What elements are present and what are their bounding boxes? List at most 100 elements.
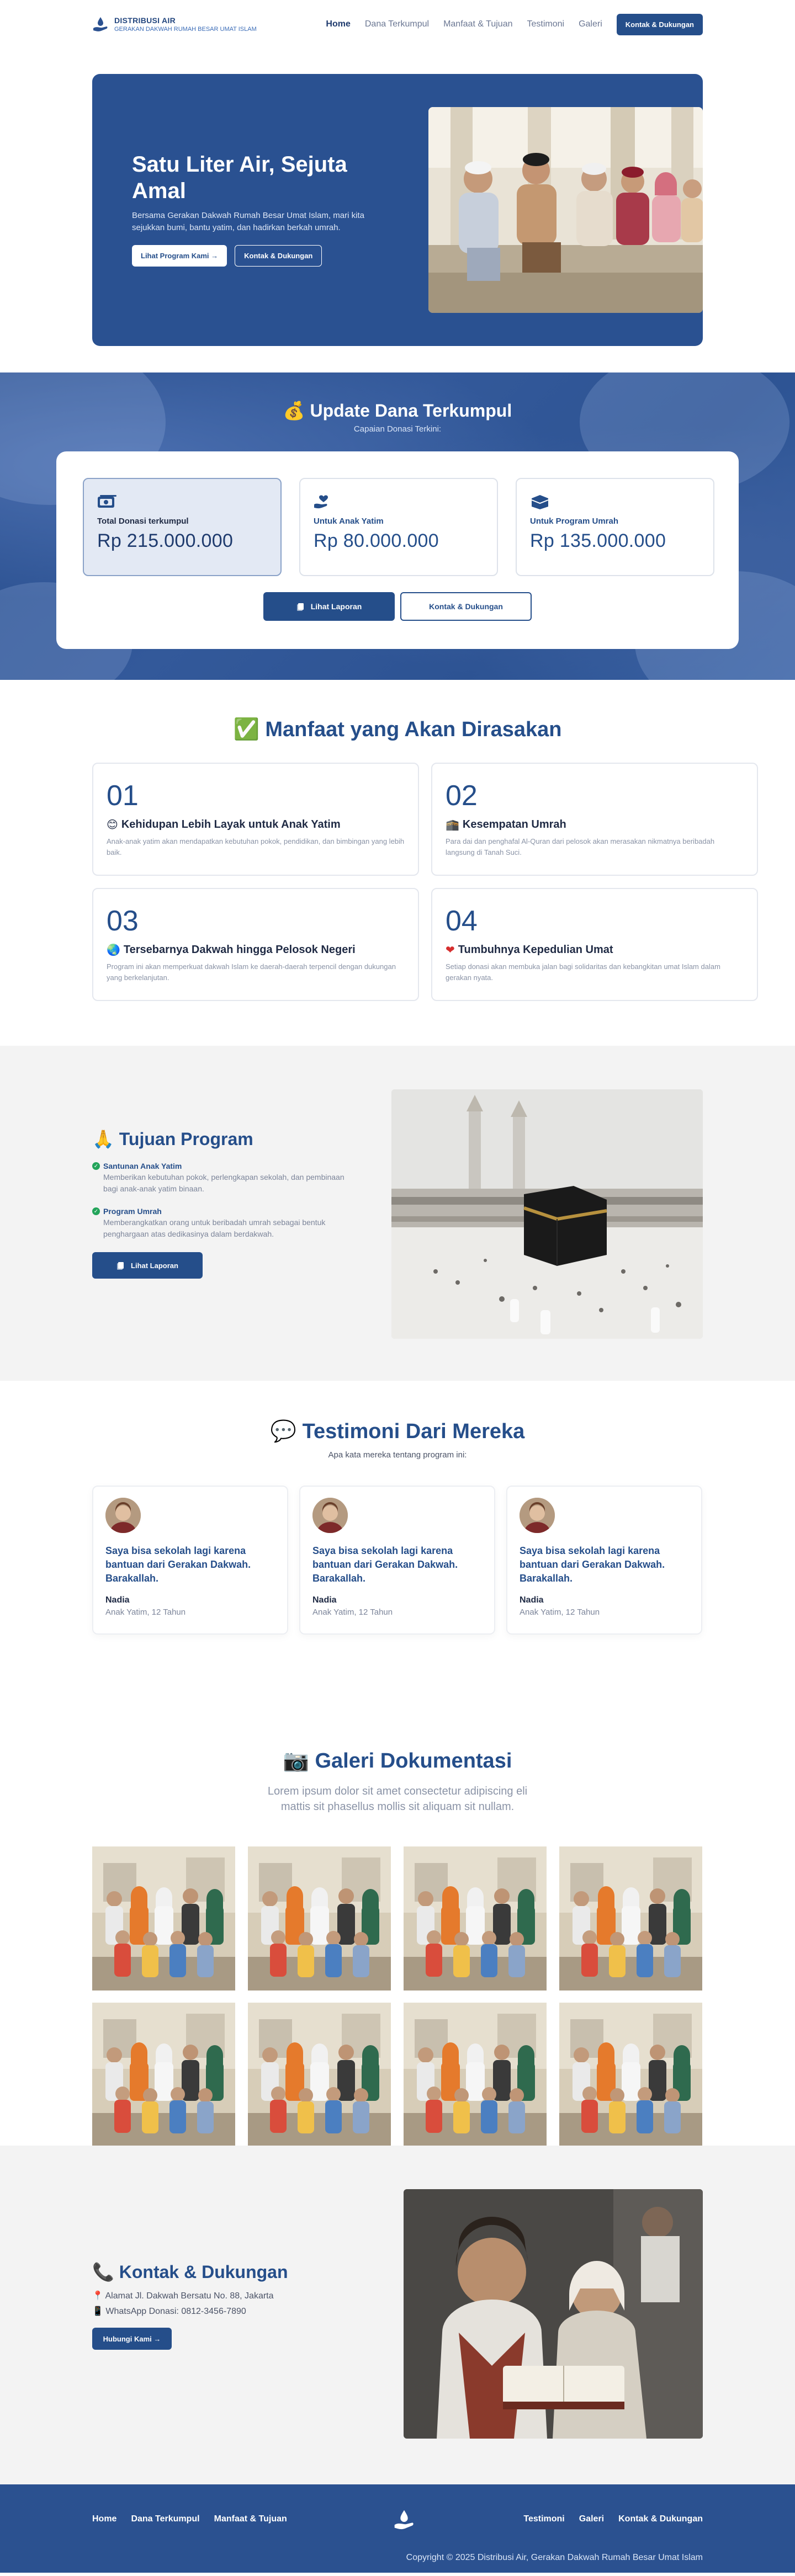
footer-link-galeri[interactable]: Galeri [579, 2514, 604, 2524]
smile-icon: 😊 [107, 819, 118, 831]
donation-subtitle: Capaian Donasi Terkini: [353, 424, 442, 434]
gallery-photo[interactable] [248, 1846, 391, 1990]
footer-link-manfaat-tujuan[interactable]: Manfaat & Tujuan [214, 2514, 287, 2524]
check-icon: ✓ [92, 1207, 100, 1215]
gallery-subtitle: Lorem ipsum dolor sit amet consectetur a… [0, 1784, 795, 1814]
heart-icon: ❤ [446, 944, 455, 956]
kaaba-icon: 🕋 [446, 819, 459, 831]
donation-contact-button[interactable]: Kontak & Dukungan [400, 592, 532, 621]
hero-contact-button[interactable]: Kontak & Dukungan [235, 245, 322, 267]
program-goals-section: 🙏 Tujuan Program ✓ Santunan Anak Yatim Me… [0, 1046, 795, 1381]
avatar [520, 1498, 555, 1533]
benefit-description: Setiap donasi akan membuka jalan bagi so… [446, 962, 720, 982]
donation-section: 💰 Update Dana Terkumpul Capaian Donasi T… [0, 372, 795, 680]
donation-buttons: Lihat Laporan Kontak & Dukungan [56, 592, 739, 621]
footer-links-right: Testimoni Galeri Kontak & Dukungan [523, 2514, 703, 2524]
goal-description: Memberikan kebutuhan pokok, perlengkapan… [103, 1173, 344, 1193]
benefits-grid: 01 😊 Kehidupan Lebih Layak untuk Anak Yat… [92, 763, 758, 1001]
gallery-photo[interactable] [559, 2003, 702, 2147]
stat-label: Untuk Program Umrah [530, 517, 619, 526]
nav-link-manfaat-tujuan[interactable]: Manfaat & Tujuan [443, 19, 512, 29]
document-icon [296, 603, 304, 611]
nav-link-galeri[interactable]: Galeri [579, 19, 602, 29]
kaaba-icon [531, 495, 549, 509]
benefit-description: Anak-anak yatim akan mendapatkan kebutuh… [107, 837, 405, 856]
brand[interactable]: DISTRIBUSI AIR GERAKAN DAKWAH RUMAH BESA… [92, 16, 257, 33]
contact-whatsapp: 📱 WhatsApp Donasi: 0812-3456-7890 [92, 2307, 246, 2316]
hero-text: Satu Liter Air, Sejuta Amal Bersama Gera… [132, 151, 391, 267]
program-goals-text: 🙏 Tujuan Program ✓ Santunan Anak Yatim Me… [92, 1129, 357, 1279]
benefit-number: 04 [446, 905, 478, 937]
stat-total-donation: Total Donasi terkumpul Rp 215.000.000 [83, 478, 282, 576]
benefits-title: ✅ Manfaat yang Akan Dirasakan [233, 718, 562, 741]
testimonial-name: Nadia [105, 1595, 130, 1605]
view-report-label: Lihat Laporan [310, 602, 362, 611]
goals-view-report-label: Lihat Laporan [131, 1261, 178, 1270]
benefit-heading: ❤ Tumbuhnya Kepedulian Umat [446, 943, 744, 957]
brand-title: DISTRIBUSI AIR [114, 16, 176, 25]
stat-value: Rp 135.000.000 [530, 530, 666, 551]
stat-umrah: Untuk Program Umrah Rp 135.000.000 [516, 478, 714, 576]
hero-children-photo [428, 107, 703, 313]
stat-label: Untuk Anak Yatim [314, 517, 384, 526]
nav-link-home[interactable]: Home [326, 19, 350, 29]
testimonials-grid: Saya bisa sekolah lagi karena bantuan da… [92, 1486, 702, 1635]
contact-address: 📍 Alamat Jl. Dakwah Bersatu No. 88, Jaka… [92, 2291, 274, 2301]
donation-header: 💰 Update Dana Terkumpul Capaian Donasi T… [0, 400, 795, 434]
footer: Home Dana Terkumpul Manfaat & Tujuan Tes… [0, 2484, 795, 2573]
money-icon [98, 495, 116, 508]
footer-link-kontak[interactable]: Kontak & Dukungan [618, 2514, 703, 2524]
benefit-heading-text: Tersebarnya Dakwah hingga Pelosok Negeri [123, 944, 356, 956]
nav-link-dana-terkumpul[interactable]: Dana Terkumpul [365, 19, 429, 29]
benefit-number: 01 [107, 780, 139, 812]
benefit-description: Para dai dan penghafal Al-Quran dari pel… [446, 837, 715, 856]
stat-label: Total Donasi terkumpul [97, 517, 189, 526]
hero-title: Satu Liter Air, Sejuta Amal [132, 152, 347, 203]
footer-link-dana-terkumpul[interactable]: Dana Terkumpul [131, 2514, 199, 2524]
hero-description: Bersama Gerakan Dakwah Rumah Besar Umat … [132, 211, 364, 232]
gallery-photo[interactable] [559, 1846, 702, 1990]
goal-item: ✓ Program Umrah Memberangkatkan orang unt… [92, 1207, 357, 1240]
hand-water-logo-icon[interactable] [393, 2509, 415, 2531]
hero-buttons: Lihat Program Kami → Kontak & Dukungan [132, 245, 391, 267]
gallery-subtitle-text: Lorem ipsum dolor sit amet consectetur a… [267, 1785, 528, 1813]
footer-link-home[interactable]: Home [92, 2514, 116, 2524]
testimonial-card: Saya bisa sekolah lagi karena bantuan da… [92, 1486, 288, 1635]
gallery-photo[interactable] [92, 1846, 235, 1990]
contact-us-button[interactable]: Hubungi Kami → [92, 2328, 172, 2350]
footer-link-testimoni[interactable]: Testimoni [523, 2514, 564, 2524]
testimonial-card: Saya bisa sekolah lagi karena bantuan da… [299, 1486, 495, 1635]
benefit-card: 01 😊 Kehidupan Lebih Layak untuk Anak Yat… [92, 763, 419, 876]
stat-value: Rp 80.000.000 [314, 530, 439, 551]
stat-orphans: Untuk Anak Yatim Rp 80.000.000 [299, 478, 498, 576]
kaaba-photo [391, 1089, 703, 1339]
view-program-button[interactable]: Lihat Program Kami → [132, 245, 227, 267]
nav-contact-button[interactable]: Kontak & Dukungan [616, 13, 703, 35]
view-report-button[interactable]: Lihat Laporan [263, 592, 395, 621]
brand-subtitle: GERAKAN DAKWAH RUMAH BESAR UMAT ISLAM [114, 26, 257, 33]
testimonial-role: Anak Yatim, 12 Tahun [520, 1608, 600, 1617]
hero-section: Satu Liter Air, Sejuta Amal Bersama Gera… [92, 74, 703, 346]
testimonials-section: 💬 Testimoni Dari Mereka Apa kata mereka … [0, 1381, 795, 1702]
benefit-heading-text: Kehidupan Lebih Layak untuk Anak Yatim [121, 818, 341, 831]
gallery-photo[interactable] [92, 2003, 235, 2147]
benefit-heading: 🕋 Kesempatan Umrah [446, 818, 744, 832]
benefit-number: 03 [107, 905, 139, 937]
nav-links: Home Dana Terkumpul Manfaat & Tujuan Tes… [326, 13, 703, 35]
goal-heading: Program Umrah [103, 1207, 162, 1216]
nav-link-testimoni[interactable]: Testimoni [527, 19, 565, 29]
document-icon [117, 1262, 124, 1270]
benefit-heading: 😊 Kehidupan Lebih Layak untuk Anak Yatim [107, 818, 405, 832]
gallery-photo[interactable] [404, 1846, 547, 1990]
testimonial-role: Anak Yatim, 12 Tahun [105, 1608, 186, 1617]
copyright: Copyright © 2025 Distribusi Air, Gerakan… [406, 2553, 703, 2562]
donation-card: Total Donasi terkumpul Rp 215.000.000 Un… [56, 451, 739, 649]
gallery-photo[interactable] [248, 2003, 391, 2147]
testimonials-subtitle: Apa kata mereka tentang program ini: [328, 1450, 467, 1460]
globe-icon: 🌏 [107, 944, 120, 956]
testimonials-title: 💬 Testimoni Dari Mereka [270, 1420, 525, 1443]
testimonial-quote: Saya bisa sekolah lagi karena bantuan da… [520, 1545, 665, 1584]
goals-view-report-button[interactable]: Lihat Laporan [92, 1252, 203, 1279]
gallery-photo[interactable] [404, 2003, 547, 2147]
testimonial-card: Saya bisa sekolah lagi karena bantuan da… [506, 1486, 702, 1635]
